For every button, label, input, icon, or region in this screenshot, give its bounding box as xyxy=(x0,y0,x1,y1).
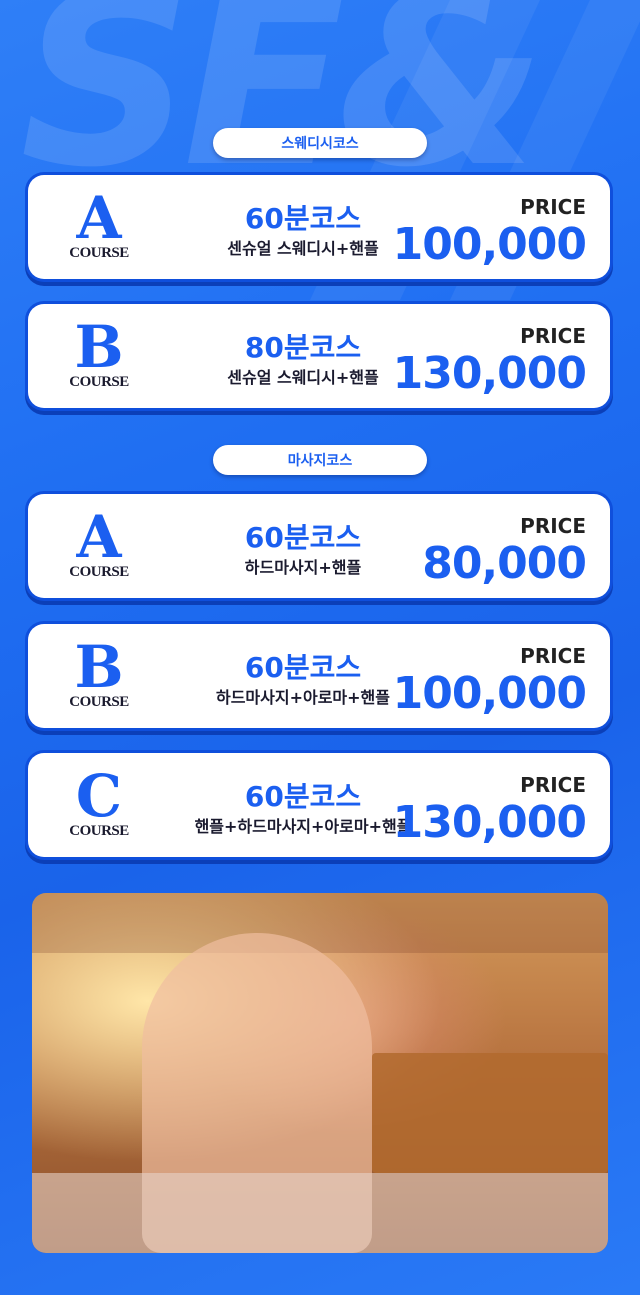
shelf-shape xyxy=(372,1053,608,1173)
course-letter: A xyxy=(76,184,122,252)
bed-shape xyxy=(32,1173,608,1253)
price-value: 100,000 xyxy=(392,668,587,719)
price-label: PRICE xyxy=(520,324,586,348)
section-title-swedish: 스웨디시코스 xyxy=(213,128,427,158)
course-word: COURSE xyxy=(69,564,129,580)
course-letter: C xyxy=(75,762,123,830)
promo-photo xyxy=(32,893,608,1253)
course-card-massage-b[interactable]: B COURSE 60분코스 하드마사지+아로마+핸플 PRICE 100,00… xyxy=(28,624,610,728)
price-value: 130,000 xyxy=(392,797,587,848)
price-label: PRICE xyxy=(520,644,586,668)
course-name: 60분코스 xyxy=(244,521,362,554)
price-label: PRICE xyxy=(520,195,586,219)
course-letter: B xyxy=(74,313,124,381)
price-label: PRICE xyxy=(520,773,586,797)
section-title-massage: 마사지코스 xyxy=(213,445,427,475)
course-name: 60분코스 xyxy=(244,202,362,235)
course-name: 60분코스 xyxy=(244,651,362,684)
course-letter: A xyxy=(76,503,122,571)
course-word: COURSE xyxy=(69,245,129,261)
course-description: 하드마사지+핸플 xyxy=(244,558,362,577)
price-value: 100,000 xyxy=(392,219,587,270)
price-label: PRICE xyxy=(520,514,586,538)
course-name: 60분코스 xyxy=(244,780,362,813)
price-value: 130,000 xyxy=(392,348,587,399)
course-card-massage-a[interactable]: A COURSE 60분코스 하드마사지+핸플 PRICE 80,000 xyxy=(28,494,610,598)
course-card-swedish-a[interactable]: A COURSE 60분코스 센슈얼 스웨디시+핸플 PRICE 100,000 xyxy=(28,175,610,279)
course-card-massage-c[interactable]: C COURSE 60분코스 핸플+하드마사지+아로마+핸플 PRICE 130… xyxy=(28,753,610,857)
course-word: COURSE xyxy=(69,694,129,710)
course-word: COURSE xyxy=(69,374,129,390)
price-value: 80,000 xyxy=(422,538,587,589)
course-letter: B xyxy=(74,633,124,701)
course-word: COURSE xyxy=(69,823,129,839)
course-name: 80분코스 xyxy=(244,331,362,364)
course-card-swedish-b[interactable]: B COURSE 80분코스 센슈얼 스웨디시+핸플 PRICE 130,000 xyxy=(28,304,610,408)
